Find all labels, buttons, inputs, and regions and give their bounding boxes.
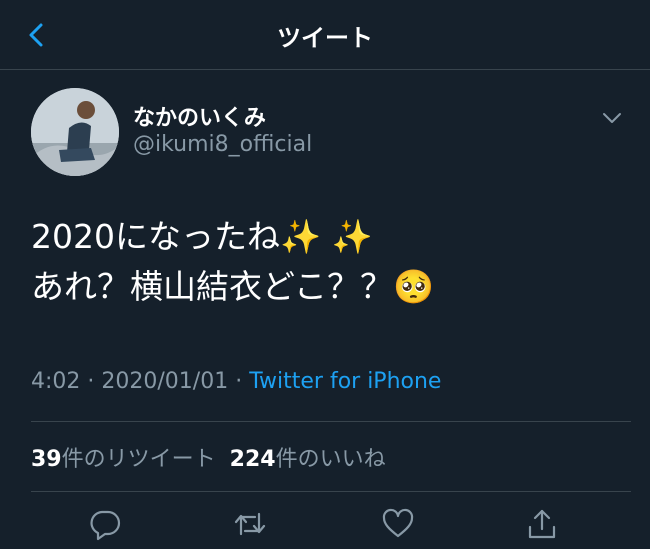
like-count: 224 — [229, 447, 276, 472]
share-icon[interactable] — [525, 507, 559, 541]
meta-separator: · — [87, 369, 95, 394]
retweet-stat[interactable]: 39件のリツイート — [31, 447, 216, 472]
divider — [31, 421, 631, 422]
tweet-date: 2020/01/01 — [101, 369, 229, 394]
tweet-meta: 4:02 · 2020/01/01 · Twitter for iPhone — [31, 369, 441, 394]
tweet-text: 2020になったね✨ ✨ あれ？横山結衣どこ？？🥺 — [31, 212, 434, 312]
retweet-count: 39 — [31, 447, 62, 472]
meta-separator: · — [235, 369, 243, 394]
display-name[interactable]: なかのいくみ — [133, 100, 266, 132]
divider — [31, 491, 631, 492]
source-link[interactable]: Twitter for iPhone — [249, 369, 441, 394]
reply-icon[interactable] — [88, 507, 122, 541]
page-title: ツイート — [277, 24, 373, 52]
avatar[interactable] — [31, 88, 119, 176]
retweet-label: 件のリツイート — [61, 447, 216, 472]
like-stat[interactable]: 224件のいいね — [230, 447, 386, 472]
like-label: 件のいいね — [275, 447, 386, 472]
tweet-time: 4:02 — [31, 369, 81, 394]
tweet-stats: 39件のリツイート 224件のいいね — [31, 441, 386, 473]
tweet-line: 2020になったね✨ ✨ — [31, 217, 373, 256]
retweet-icon[interactable] — [233, 507, 267, 541]
tweet-line: あれ？横山結衣どこ？？🥺 — [31, 267, 435, 306]
user-handle[interactable]: @ikumi8_official — [133, 132, 312, 157]
app-header: ツイート — [0, 0, 650, 70]
chevron-down-icon[interactable] — [600, 108, 624, 128]
like-icon[interactable] — [381, 507, 415, 541]
